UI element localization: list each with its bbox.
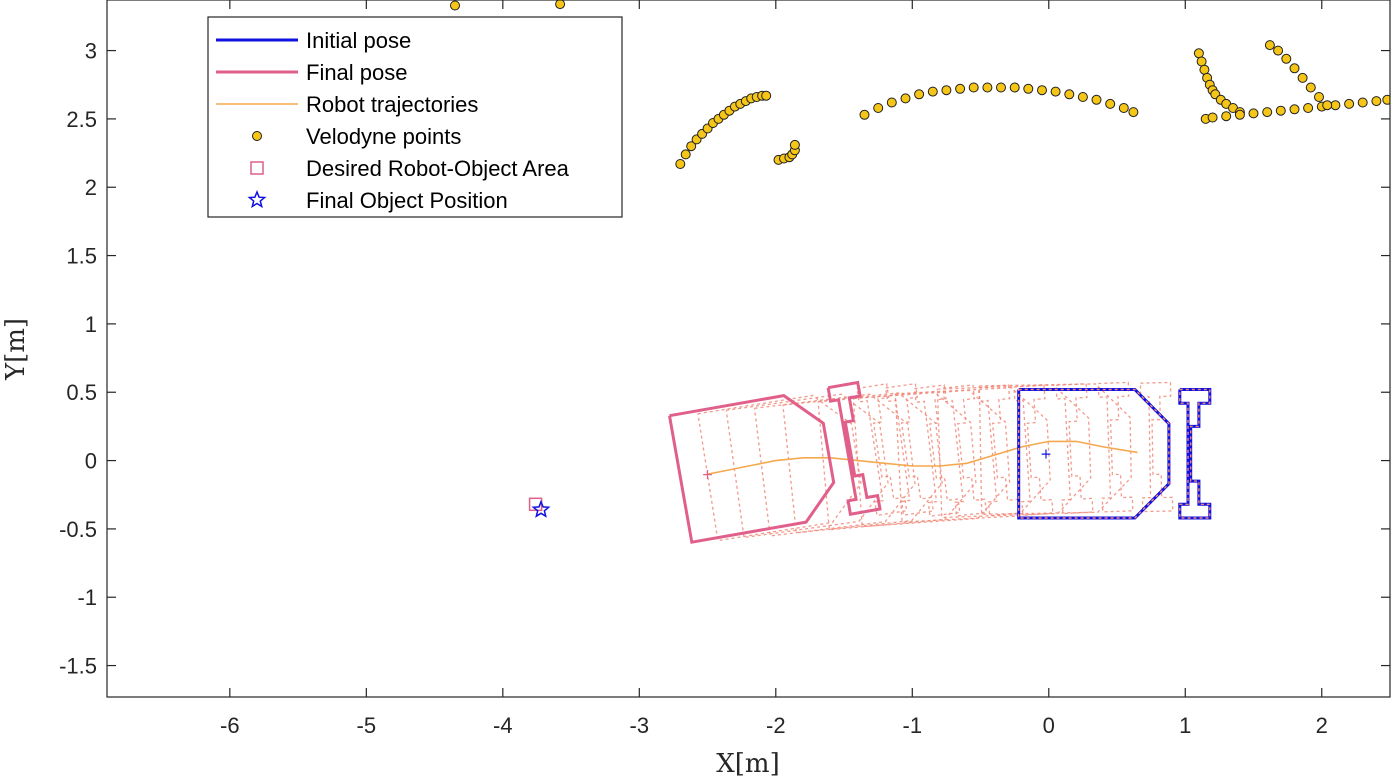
velodyne-point [955,83,966,94]
velodyne-point [450,0,460,11]
velodyne-point [1289,104,1300,115]
y-tick-label: 1.5 [66,244,97,269]
velodyne-point [914,89,925,100]
y-tick-label: 2 [85,175,97,200]
velodyne-point [941,85,952,96]
velodyne-point [1118,103,1129,113]
velodyne-point [1064,89,1075,100]
legend-label: Final Object Position [306,188,508,213]
legend-box [207,16,623,218]
legend-label: Velodyne points [306,124,461,149]
velodyne-point [1275,105,1286,116]
y-axis-label: Y[m] [1,318,31,381]
y-tick-label: 0 [85,449,97,474]
y-tick-label: -1 [77,585,97,610]
velodyne-point [1091,94,1102,105]
velodyne-point [873,103,884,113]
velodyne-point [1050,86,1061,97]
velodyne-point [1023,83,1034,94]
velodyne-point [1289,63,1300,74]
y-tick-label: 2.5 [66,107,97,132]
velodyne-point [1105,98,1116,109]
velodyne-point [675,159,686,169]
velodyne-point [1322,100,1333,111]
velodyne-point [859,109,870,120]
y-tick-label: 0.5 [66,380,97,405]
velodyne-point [996,82,1006,93]
y-tick-label: -1.5 [59,654,97,679]
y-tick-label: 1 [85,312,97,337]
legend: Initial pose Final pose Robot trajectories… [207,16,623,218]
velodyne-point [789,139,800,150]
velodyne-point [680,149,691,160]
x-tick-label: -6 [220,713,240,738]
velodyne-point [886,97,897,108]
velodyne-point [1371,96,1382,107]
velodyne-point [1077,92,1088,102]
x-tick-label: -4 [493,713,513,738]
final-pose-center-marker: + [702,467,714,483]
chart-figure: + + -6 -5 -4 -3 -2 -1 0 1 2 -1.5 -1 -0.5 0 0.5 1 1.5 2 2.… [1,0,1391,779]
velodyne-point [1221,111,1232,122]
velodyne-point [1193,48,1204,59]
velodyne-point [1128,107,1139,118]
velodyne-point [927,86,938,97]
velodyne-point [1248,108,1259,119]
x-tick-label: 2 [1316,713,1328,738]
velodyne-point [900,93,911,104]
x-tick-label: 0 [1043,713,1055,738]
legend-swatch-circle [252,131,262,141]
velodyne-point [1314,92,1324,102]
velodyne-point [1303,103,1314,113]
velodyne-point [968,82,979,93]
x-tick-label: -2 [766,713,786,738]
velodyne-point [1281,53,1292,64]
y-tick-label: -0.5 [59,517,97,542]
x-tick-label: -1 [903,713,923,738]
velodyne-point [1357,97,1368,108]
velodyne-point [1196,56,1207,67]
velodyne-point [1009,82,1020,93]
velodyne-point [1330,100,1341,111]
velodyne-point [1264,40,1275,51]
velodyne-point [1037,85,1047,96]
x-tick-label: -3 [630,713,650,738]
legend-label: Final pose [306,60,408,85]
velodyne-point [1234,109,1245,120]
legend-label: Initial pose [306,28,411,53]
initial-pose-center-marker: + [1040,447,1052,463]
velodyne-point [982,82,993,93]
velodyne-point [1273,45,1284,56]
velodyne-point [1199,64,1210,75]
velodyne-point [1297,72,1308,83]
legend-label: Robot trajectories [306,92,478,117]
x-tick-label: -5 [357,713,377,738]
velodyne-point [1207,112,1218,123]
velodyne-point [555,0,566,10]
velodyne-point [1344,98,1355,109]
x-tick-label: 1 [1179,713,1191,738]
legend-label: Desired Robot-Object Area [306,156,570,181]
x-axis-label: X[m] [716,749,779,779]
y-tick-label: 3 [85,39,97,64]
velodyne-point [1305,82,1316,93]
velodyne-point [1262,107,1273,118]
velodyne-point [761,90,772,101]
